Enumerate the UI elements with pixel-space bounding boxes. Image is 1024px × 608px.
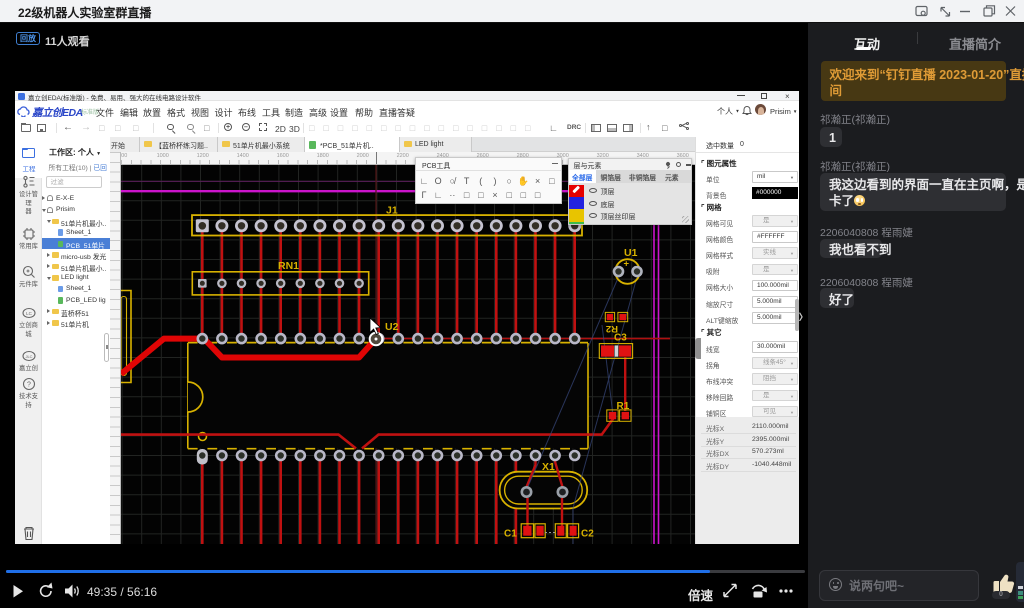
svg-text:J1: J1	[386, 205, 398, 217]
svg-text:C1: C1	[504, 529, 517, 540]
svg-text:RN1: RN1	[278, 260, 299, 272]
svg-text:C2: C2	[581, 529, 594, 540]
svg-text:X1: X1	[542, 461, 555, 473]
svg-text:R1: R1	[617, 401, 630, 412]
svg-text:+: +	[624, 259, 630, 270]
svg-text:?: ?	[27, 382, 31, 389]
svg-text:U1: U1	[624, 247, 638, 259]
svg-text:JLC: JLC	[25, 354, 32, 359]
svg-text:U2: U2	[385, 321, 399, 333]
svg-text:C3: C3	[614, 333, 627, 344]
svg-text:LC: LC	[26, 311, 33, 316]
